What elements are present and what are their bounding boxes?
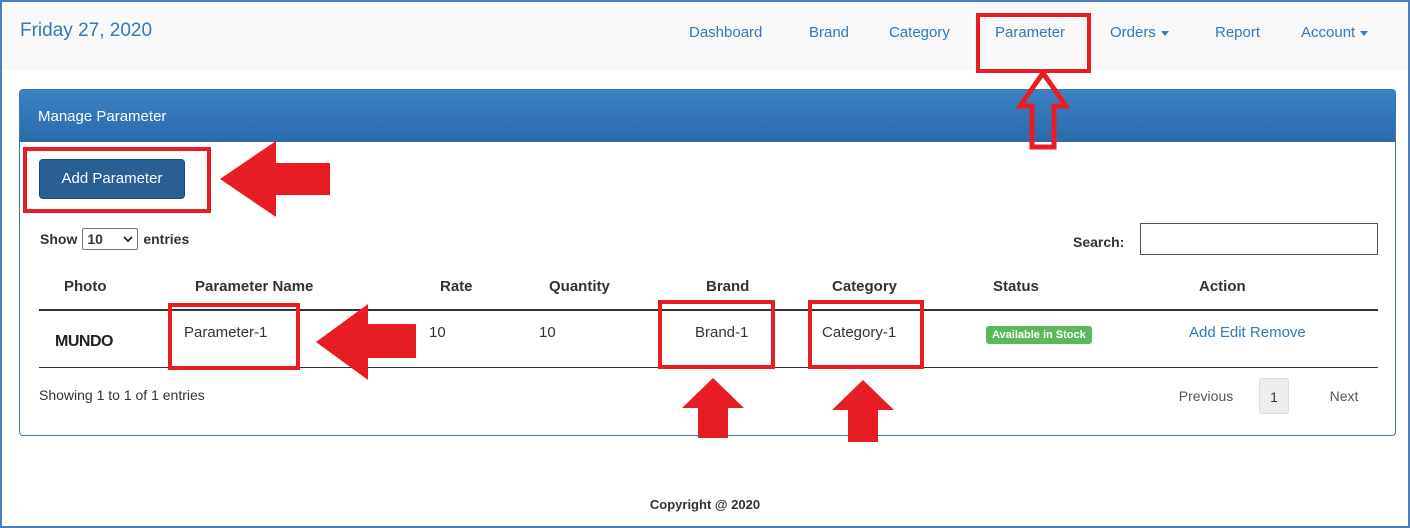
- pagination-previous[interactable]: Previous: [1161, 378, 1251, 414]
- nav-orders[interactable]: Orders: [1110, 24, 1169, 41]
- column-header-status[interactable]: Status: [993, 278, 1039, 295]
- column-header-photo[interactable]: Photo: [64, 278, 107, 295]
- arrow-up-icon: [682, 378, 744, 438]
- nav-orders-label: Orders: [1110, 24, 1156, 41]
- search-label: Search:: [1073, 234, 1125, 250]
- column-header-category[interactable]: Category: [832, 278, 897, 295]
- highlight-box-parameter-nav: [976, 13, 1091, 73]
- nav-category[interactable]: Category: [889, 24, 950, 41]
- arrow-up-outline-icon: [1015, 68, 1071, 150]
- caret-down-icon: [1360, 30, 1369, 36]
- pagination-info: Showing 1 to 1 of 1 entries: [39, 387, 205, 403]
- highlight-box-add-parameter: [23, 147, 211, 213]
- entries-length-control: Show 10 entries: [40, 228, 189, 250]
- navbar-date: Friday 27, 2020: [20, 20, 153, 41]
- remove-link[interactable]: Remove: [1250, 324, 1306, 341]
- nav-brand[interactable]: Brand: [809, 24, 849, 41]
- entries-select[interactable]: 10: [82, 228, 139, 250]
- nav-account[interactable]: Account: [1301, 24, 1369, 41]
- arrow-left-icon: [316, 304, 416, 380]
- nav-dashboard[interactable]: Dashboard: [689, 24, 762, 41]
- entries-select-value: 10: [87, 231, 103, 247]
- highlight-box-parameter-name: [168, 303, 300, 370]
- pagination-page-1[interactable]: 1: [1259, 378, 1289, 414]
- cell-rate: 10: [429, 324, 446, 341]
- column-header-rate[interactable]: Rate: [440, 278, 473, 295]
- search-input[interactable]: [1140, 223, 1378, 255]
- cell-actions: Add Edit Remove: [1189, 324, 1306, 341]
- footer-copyright: Copyright @ 2020: [649, 497, 761, 512]
- chevron-down-icon: [123, 235, 133, 242]
- add-link[interactable]: Add: [1189, 324, 1216, 341]
- nav-account-label: Account: [1301, 24, 1356, 41]
- highlight-box-brand: [658, 300, 775, 369]
- column-header-parameter-name[interactable]: Parameter Name: [195, 278, 313, 295]
- edit-link[interactable]: Edit: [1220, 324, 1246, 341]
- panel-title: Manage Parameter: [20, 90, 1395, 142]
- caret-down-icon: [1160, 30, 1169, 36]
- status-badge: Available in Stock: [986, 326, 1092, 344]
- arrow-left-icon: [220, 141, 330, 217]
- nav-report[interactable]: Report: [1215, 24, 1260, 41]
- arrow-up-icon: [832, 380, 894, 442]
- column-header-brand[interactable]: Brand: [706, 278, 749, 295]
- highlight-box-category: [808, 300, 924, 369]
- column-header-quantity[interactable]: Quantity: [549, 278, 610, 295]
- product-photo-logo: MUNDO: [55, 333, 113, 350]
- pagination-next[interactable]: Next: [1319, 378, 1369, 414]
- top-navbar: Friday 27, 2020 Dashboard Brand Category…: [2, 2, 1408, 70]
- column-header-action[interactable]: Action: [1199, 278, 1246, 295]
- cell-quantity: 10: [539, 324, 556, 341]
- entries-label: entries: [143, 231, 190, 247]
- show-label: Show: [40, 231, 78, 247]
